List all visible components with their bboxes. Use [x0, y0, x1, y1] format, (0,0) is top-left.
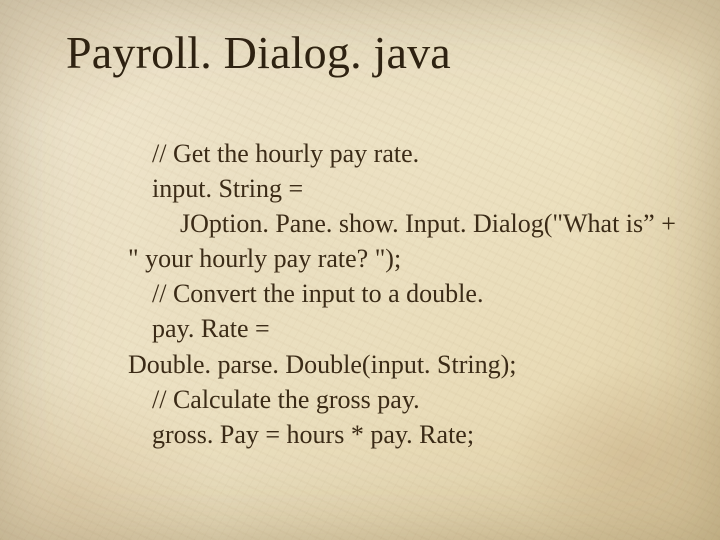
code-line: // Convert the input to a double. — [128, 276, 660, 311]
code-line: " your hourly pay rate? "); — [128, 241, 660, 276]
code-line: // Calculate the gross pay. — [128, 382, 660, 417]
code-line: gross. Pay = hours * pay. Rate; — [128, 417, 660, 452]
code-block: // Get the hourly pay rate. input. Strin… — [128, 136, 660, 452]
code-line: Double. parse. Double(input. String); — [128, 347, 660, 382]
code-line: pay. Rate = — [128, 311, 660, 346]
code-line: input. String = — [128, 171, 660, 206]
slide: Payroll. Dialog. java // Get the hourly … — [0, 0, 720, 540]
slide-title: Payroll. Dialog. java — [66, 26, 451, 79]
code-line: // Get the hourly pay rate. — [128, 136, 660, 171]
code-line: JOption. Pane. show. Input. Dialog("What… — [128, 206, 660, 241]
